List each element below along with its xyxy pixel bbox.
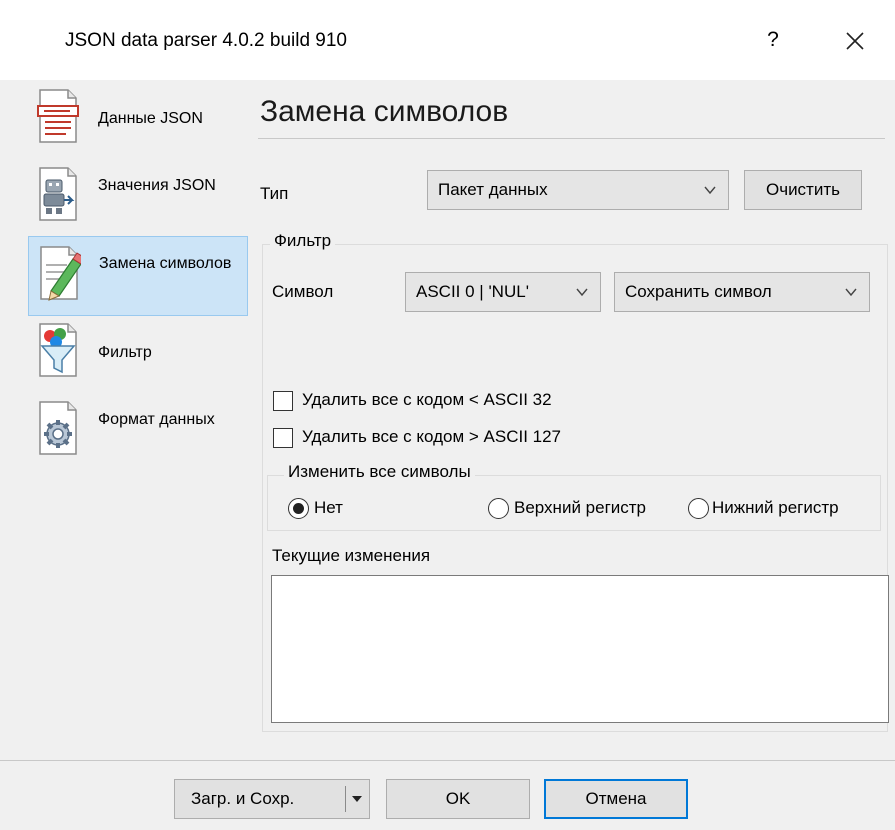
- case-lower-radio[interactable]: [688, 498, 709, 519]
- case-upper-radio[interactable]: [488, 498, 509, 519]
- delete-below-32-label: Удалить все с кодом < ASCII 32: [302, 390, 552, 409]
- sidebar-item-json-data[interactable]: Данные JSON: [28, 80, 248, 160]
- split-divider: [345, 786, 346, 812]
- ok-button[interactable]: OK: [386, 779, 530, 819]
- load-save-label: Загр. и Сохр.: [191, 789, 295, 808]
- window-title: JSON data parser 4.0.2 build 910: [65, 30, 348, 51]
- filter-group-label: Фильтр: [270, 231, 336, 251]
- case-upper-label: Верхний регистр: [514, 498, 647, 517]
- robot-document-icon: [36, 166, 80, 222]
- title-bar: JSON data parser 4.0.2 build 910 ?: [0, 0, 895, 80]
- case-none-radio[interactable]: [288, 498, 309, 519]
- dialog-client: Данные JSON Значения JSON Замена символо…: [0, 80, 895, 830]
- chevron-down-icon: [845, 288, 857, 297]
- close-icon: [846, 32, 864, 50]
- footer-divider: [0, 760, 895, 761]
- type-select[interactable]: Пакет данных: [427, 170, 729, 210]
- symbol-label: Символ: [272, 282, 334, 301]
- symbol-action-select[interactable]: Сохранить символ: [614, 272, 870, 312]
- sidebar-item-char-replace[interactable]: Замена символов: [28, 236, 248, 316]
- load-save-button[interactable]: Загр. и Сохр.: [174, 779, 370, 819]
- current-changes-textarea[interactable]: [271, 575, 889, 723]
- delete-below-32-checkbox[interactable]: [273, 391, 293, 411]
- help-button[interactable]: ?: [763, 28, 783, 52]
- case-lower-label: Нижний регистр: [712, 498, 839, 517]
- sidebar-item-json-values[interactable]: Значения JSON: [28, 158, 248, 238]
- funnel-icon: [36, 322, 80, 378]
- sidebar-item-label: Данные JSON: [98, 110, 203, 127]
- cancel-button[interactable]: Отмена: [544, 779, 688, 819]
- current-changes-label: Текущие изменения: [272, 546, 431, 565]
- delete-above-127-checkbox[interactable]: [273, 428, 293, 448]
- document-icon: [36, 88, 80, 144]
- gear-document-icon: [36, 400, 80, 456]
- chevron-down-icon: [704, 186, 716, 195]
- sidebar-item-label: Фильтр: [98, 344, 152, 361]
- symbol-select[interactable]: ASCII 0 | 'NUL': [405, 272, 601, 312]
- sidebar-item-label: Формат данных: [98, 411, 215, 428]
- type-select-value: Пакет данных: [438, 180, 548, 199]
- sidebar-item-label: Значения JSON: [98, 177, 216, 194]
- change-case-label: Изменить все символы: [284, 462, 475, 482]
- type-label: Тип: [260, 184, 289, 203]
- page-title: Замена символов: [260, 95, 509, 128]
- delete-above-127-label: Удалить все с кодом > ASCII 127: [302, 427, 562, 446]
- sidebar-item-label: Замена символов: [99, 255, 232, 272]
- sidebar-item-data-format[interactable]: Формат данных: [28, 392, 248, 472]
- chevron-down-icon: [576, 288, 588, 297]
- symbol-action-value: Сохранить символ: [625, 282, 772, 301]
- close-button[interactable]: [840, 26, 870, 56]
- pencil-icon: [37, 245, 86, 301]
- case-none-label: Нет: [314, 498, 343, 517]
- symbol-select-value: ASCII 0 | 'NUL': [416, 282, 529, 301]
- clear-button[interactable]: Очистить: [744, 170, 862, 210]
- dropdown-arrow-icon[interactable]: [351, 794, 363, 804]
- title-divider: [258, 138, 885, 139]
- sidebar-item-filter[interactable]: Фильтр: [28, 314, 248, 394]
